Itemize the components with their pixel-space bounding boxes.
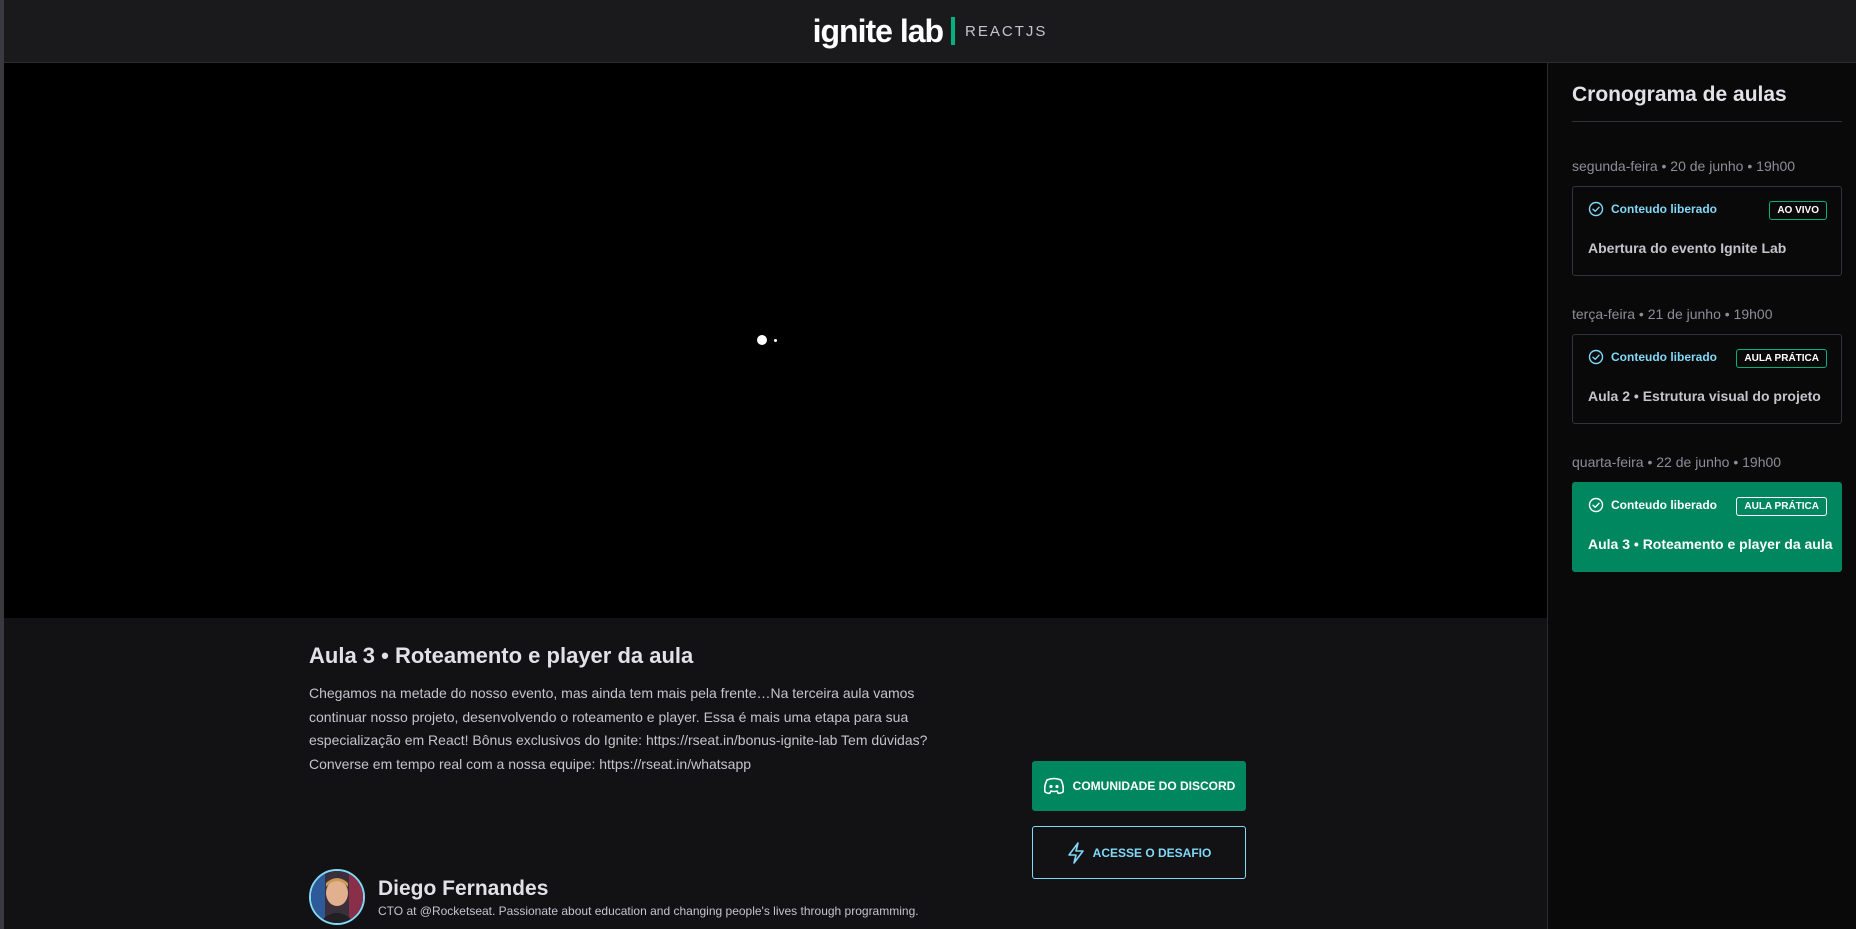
logo: ignite lab REACTJS (813, 11, 1048, 51)
lesson-status-label: Conteudo liberado (1611, 202, 1717, 216)
challenge-button[interactable]: ACESSE O DESAFIO (1032, 826, 1246, 879)
lesson-status: Conteudo liberado (1588, 201, 1717, 217)
sidebar-title: Cronograma de aulas (1572, 83, 1842, 122)
lesson-type-badge: AULA PRÁTICA (1736, 349, 1827, 368)
lesson-type-badge: AO VIVO (1769, 201, 1827, 220)
header: ignite lab REACTJS (4, 0, 1856, 63)
discord-icon (1043, 777, 1064, 795)
loading-spinner-icon (757, 335, 767, 345)
logo-subtitle: REACTJS (965, 22, 1048, 40)
check-circle-icon (1588, 497, 1604, 513)
check-circle-icon (1588, 201, 1604, 217)
sidebar: Cronograma de aulas segunda-feira • 20 d… (1547, 63, 1856, 929)
lesson-status: Conteudo liberado (1588, 497, 1717, 513)
challenge-button-label: ACESSE O DESAFIO (1092, 845, 1212, 860)
loading-spinner-dot (774, 339, 777, 342)
teacher-text: Diego Fernandes CTO at @Rocketseat. Pass… (378, 877, 919, 918)
lesson-status: Conteudo liberado (1588, 349, 1717, 365)
logo-wordmark: ignite lab (812, 12, 944, 49)
lesson-card-title: Aula 3 • Roteamento e player da aula (1588, 536, 1833, 552)
lesson-status-label: Conteudo liberado (1611, 350, 1717, 364)
check-circle-icon (1588, 349, 1604, 365)
app-root: ignite lab REACTJS Aula 3 • Roteamento e… (0, 0, 1856, 929)
lesson-card-abertura[interactable]: Conteudo liberado AO VIVO Abertura do ev… (1572, 186, 1842, 276)
lesson-card-title: Abertura do evento Ignite Lab (1588, 240, 1787, 256)
lesson-card-aula-2[interactable]: Conteudo liberado AULA PRÁTICA Aula 2 • … (1572, 334, 1842, 424)
discord-button-label: COMUNIDADE DO DISCORD (1072, 779, 1236, 793)
lightning-icon (1067, 841, 1084, 864)
lesson-date: terça-feira • 21 de junho • 19h00 (1572, 306, 1773, 322)
lesson-date: segunda-feira • 20 de junho • 19h00 (1572, 158, 1796, 174)
teacher-name: Diego Fernandes (378, 876, 549, 900)
lesson-date: quarta-feira • 22 de junho • 19h00 (1572, 454, 1782, 470)
teacher-bio: CTO at @Rocketseat. Passionate about edu… (378, 903, 919, 918)
lesson-card-aula-3[interactable]: Conteudo liberado AULA PRÁTICA Aula 3 • … (1572, 482, 1842, 572)
avatar-image (311, 871, 363, 923)
logo-divider (951, 17, 956, 45)
teacher-info: Diego Fernandes CTO at @Rocketseat. Pass… (309, 869, 919, 925)
discord-community-button[interactable]: COMUNIDADE DO DISCORD (1032, 761, 1246, 811)
video-player[interactable] (4, 63, 1547, 618)
main-content: Aula 3 • Roteamento e player da aula Che… (4, 63, 1547, 929)
lesson-card-title: Aula 2 • Estrutura visual do projeto (1588, 388, 1821, 404)
lesson-title: Aula 3 • Roteamento e player da aula (309, 643, 694, 668)
lesson-description: Chegamos na metade do nosso evento, mas … (309, 685, 928, 772)
lesson-status-label: Conteudo liberado (1611, 498, 1717, 512)
avatar (309, 869, 365, 925)
lesson-type-badge: AULA PRÁTICA (1736, 497, 1827, 516)
